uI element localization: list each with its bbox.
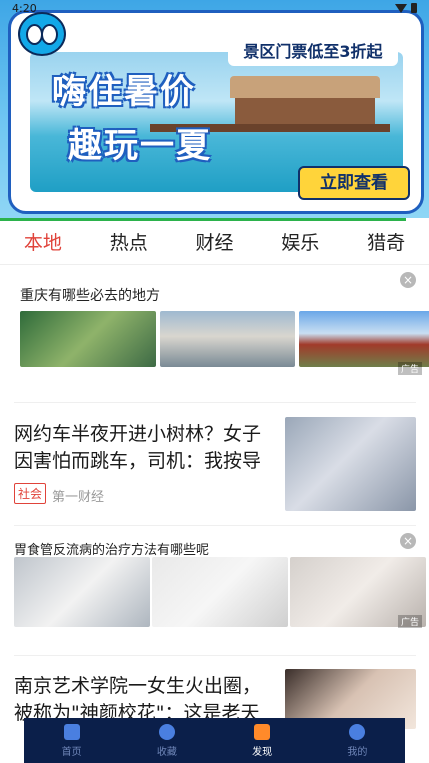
news-thumbnail[interactable] [285,417,416,511]
banner-headline-1: 嗨住暑价 [52,72,196,112]
banner-subtitle: 景区门票低至3折起 [228,38,398,66]
tab-curiosity[interactable]: 猎奇 [343,222,429,264]
person-icon [349,723,366,740]
divider [14,525,416,526]
status-bar: 4:20 [0,0,429,18]
status-time: 4:20 [12,2,37,15]
ad-image-landscape [160,311,295,367]
nav-discover[interactable]: 发现 [215,718,310,763]
status-icons [395,3,417,13]
ad-image-waterfall [20,311,156,367]
heart-icon [158,723,175,740]
tab-finance[interactable]: 财经 [172,222,258,264]
nav-label: 收藏 [156,746,177,758]
battery-icon [411,3,417,13]
divider [14,655,416,656]
close-icon[interactable]: × [400,272,416,288]
nav-home[interactable]: 首页 [24,718,119,763]
news-source: 第一财经 [52,490,105,505]
news-title-line: 因害怕而跳车，司机：我按导 [14,450,262,472]
ad-tag: 广告 [398,615,423,628]
ad-title[interactable]: 胃食管反流病的治疗方法有哪些呢 [14,539,209,558]
ad-image-temple [299,311,429,367]
category-tabs: 本地 热点 财经 娱乐 猎奇 [0,222,429,265]
banner-headline-2: 趣玩一夏 [68,126,212,166]
nav-label: 发现 [252,746,273,758]
bottom-nav: 首页 收藏 发现 我的 [24,718,405,763]
ad-image-row[interactable] [14,557,426,627]
tab-entertainment[interactable]: 娱乐 [257,222,343,264]
ad-image-stomach [152,557,288,627]
nav-label: 首页 [61,746,82,758]
news-item-1[interactable]: 网约车半夜开进小树林？女子 因害怕而跳车，司机：我按导 [14,421,261,475]
ad-image-man [14,557,150,627]
category-badge: 社会 [14,483,47,504]
tab-local[interactable]: 本地 [0,222,86,264]
pier-roof [230,76,380,98]
banner-underline [0,218,406,221]
nav-profile[interactable]: 我的 [310,718,405,763]
ad-tag: 广告 [398,362,423,375]
promo-banner[interactable]: 景区门票低至3折起 嗨住暑价 趣玩一夏 立即查看 [0,0,429,218]
bookmark-icon [254,723,271,740]
nav-label: 我的 [347,746,368,758]
home-icon [63,723,80,740]
ad-title[interactable]: 重庆有哪些必去的地方 [20,285,160,305]
divider [14,402,416,403]
news-title-line: 南京艺术学院一女生火出圈， [14,675,262,697]
eyes-logo-icon [18,12,66,56]
view-now-button[interactable]: 立即查看 [298,166,410,200]
pier-body [235,98,375,124]
close-icon[interactable]: × [400,533,416,549]
tab-hot[interactable]: 热点 [86,222,172,264]
ad-image-row[interactable] [20,311,429,367]
news-title-line: 网约车半夜开进小树林？女子 [14,423,262,445]
nav-favorites[interactable]: 收藏 [119,718,214,763]
wifi-icon [395,3,407,13]
